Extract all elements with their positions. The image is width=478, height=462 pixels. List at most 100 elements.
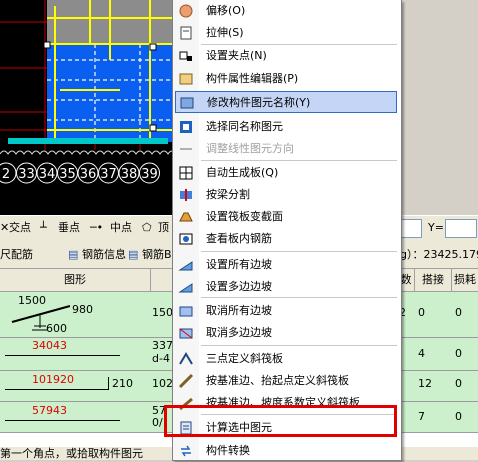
row-loss: 0	[455, 306, 462, 319]
highlight-box	[164, 405, 397, 437]
row-lap: 0	[418, 306, 425, 319]
axis-label: 2	[2, 167, 10, 182]
menu-item-select-same[interactable]: 选择同名称图元	[175, 116, 397, 138]
bent-bar-shape	[11, 305, 71, 331]
menu-item-convert[interactable]: 构件转换	[175, 440, 397, 462]
multi-slope-icon	[178, 283, 193, 293]
row-lap: 4	[418, 347, 425, 360]
menu-item-rename[interactable]: 修改构件图元名称(Y)	[175, 91, 397, 113]
row-formula: 0/	[152, 416, 163, 429]
menu-item-property-editor[interactable]: 构件属性编辑器(P)	[175, 68, 397, 90]
snap-midpoint[interactable]: 中点	[110, 219, 132, 236]
header-shape[interactable]: 图形	[0, 269, 151, 292]
menu-item-three-point-raft[interactable]: 三点定义斜筏板	[175, 348, 397, 370]
menu-item-label: 构件属性编辑器(P)	[206, 72, 299, 85]
menu-item-all-slope[interactable]: 设置所有边坡	[175, 254, 397, 276]
row-lap: 12	[418, 377, 432, 390]
menu-item-label: 设置夹点(N)	[206, 49, 267, 62]
snap-intersection[interactable]: 交点	[9, 219, 31, 236]
all-slope-icon	[178, 261, 193, 271]
snap-intersection-icon[interactable]: ✕	[0, 219, 9, 236]
grip-icon	[179, 51, 192, 61]
offset-icon	[179, 4, 193, 18]
menu-item-base-edge-lift[interactable]: 按基准边、抬起点定义斜筏板	[175, 370, 397, 392]
menu-item-raft-section[interactable]: 设置筏板变截面	[175, 206, 397, 228]
header-loss[interactable]: 损耗	[452, 269, 478, 292]
axis-label: 35	[59, 167, 76, 182]
status-text: 第一个角点，或拾取构件图元	[0, 447, 143, 460]
row-value: 101920	[32, 373, 74, 386]
y-coordinate-input[interactable]	[445, 219, 477, 238]
stretch-icon	[180, 26, 192, 40]
rebar-info-button[interactable]: 钢筋信息	[82, 246, 126, 263]
bar-line	[5, 420, 120, 421]
cancel-all-slope-icon	[179, 306, 193, 317]
row-lap: 7	[418, 410, 425, 423]
menu-item-stretch[interactable]: 拉伸(S)	[175, 22, 397, 44]
cancel-multi-slope-icon	[179, 328, 193, 339]
select-same-icon	[180, 121, 192, 133]
row-loss: 0	[455, 410, 462, 423]
menu-item-label: 设置所有边坡	[206, 258, 272, 271]
menu-item-label: 构件转换	[206, 444, 250, 457]
menu-item-auto-slab[interactable]: 自动生成板(Q)	[175, 162, 397, 184]
row-loss: 0	[455, 377, 462, 390]
menu-item-label: 偏移(O)	[206, 4, 246, 17]
rebar-library-icon[interactable]: ▤	[128, 246, 138, 263]
axis-label: 33	[18, 167, 35, 182]
menu-item-label: 设置筏板变截面	[206, 210, 283, 223]
header-length[interactable]	[151, 269, 174, 292]
row-side: 210	[112, 377, 133, 390]
snap-perpendicular[interactable]: 垂点	[58, 219, 80, 236]
menu-separator	[201, 345, 397, 346]
menu-item-cancel-all-slope[interactable]: 取消所有边坡	[175, 300, 397, 322]
raft-section-icon	[179, 212, 193, 222]
menu-item-cancel-multi-slope[interactable]: 取消多边边坡	[175, 322, 397, 344]
axis-label: 37	[100, 167, 117, 182]
bar-line	[5, 389, 109, 390]
menu-item-label: 调整线性图元方向	[206, 142, 294, 155]
menu-item-label: 设置多边边坡	[206, 280, 272, 293]
y-coordinate-label: Y=	[428, 221, 444, 234]
snap-midpoint-icon[interactable]: ─•	[90, 219, 103, 236]
view-rebar-icon	[179, 233, 193, 245]
menu-item-label: 查看板内钢筋	[206, 232, 272, 245]
snap-vertex[interactable]: 顶	[158, 219, 169, 236]
menu-item-label: 拉伸(S)	[206, 26, 244, 39]
total-weight-readout: g）：23425.179	[400, 248, 478, 261]
row-length: 150	[152, 306, 173, 319]
axis-label: 34	[39, 167, 56, 182]
menu-item-label: 取消多边边坡	[206, 326, 272, 339]
menu-item-grip[interactable]: 设置夹点(N)	[175, 45, 397, 67]
rename-icon	[180, 97, 194, 109]
rebar-info-icon[interactable]: ▤	[68, 246, 78, 263]
bar-hook	[108, 377, 109, 390]
menu-item-label: 按基准边、抬起点定义斜筏板	[206, 374, 349, 387]
row-value: 57943	[32, 404, 67, 417]
menu-item-offset[interactable]: 偏移(O)	[175, 0, 397, 22]
row-length: 102	[152, 377, 173, 390]
snap-vertex-icon[interactable]: ⬠	[142, 219, 152, 236]
axis-label: 38	[121, 167, 138, 182]
convert-icon	[181, 445, 191, 457]
row-value: 34043	[32, 339, 67, 352]
menu-item-multi-slope[interactable]: 设置多边边坡	[175, 276, 397, 298]
three-point-raft-icon	[179, 352, 193, 365]
ruler-rebar-button[interactable]: 尺配筋	[0, 246, 33, 263]
menu-item-label: 选择同名称图元	[206, 120, 283, 133]
x-coordinate-input[interactable]	[400, 219, 422, 238]
header-lap[interactable]: 搭接	[415, 269, 452, 292]
snap-perpendicular-icon[interactable]: ┴	[40, 219, 47, 236]
row-loss: 0	[455, 347, 462, 360]
menu-item-direction: 调整线性图元方向	[175, 138, 397, 160]
cad-canvas[interactable]: 2 33 34 35 36 37 38 39	[0, 0, 172, 215]
menu-item-view-rebar[interactable]: 查看板内钢筋	[175, 228, 397, 250]
menu-item-label: 自动生成板(Q)	[206, 166, 279, 179]
rebar-library-button[interactable]: 钢筋B	[142, 246, 172, 263]
property-editor-icon	[179, 73, 193, 85]
menu-item-label: 修改构件图元名称(Y)	[207, 96, 311, 109]
bar-line	[5, 355, 120, 356]
menu-item-label: 取消所有边坡	[206, 304, 272, 317]
menu-item-split-by-beam[interactable]: 按梁分割	[175, 184, 397, 206]
row-length: 337	[152, 339, 173, 352]
